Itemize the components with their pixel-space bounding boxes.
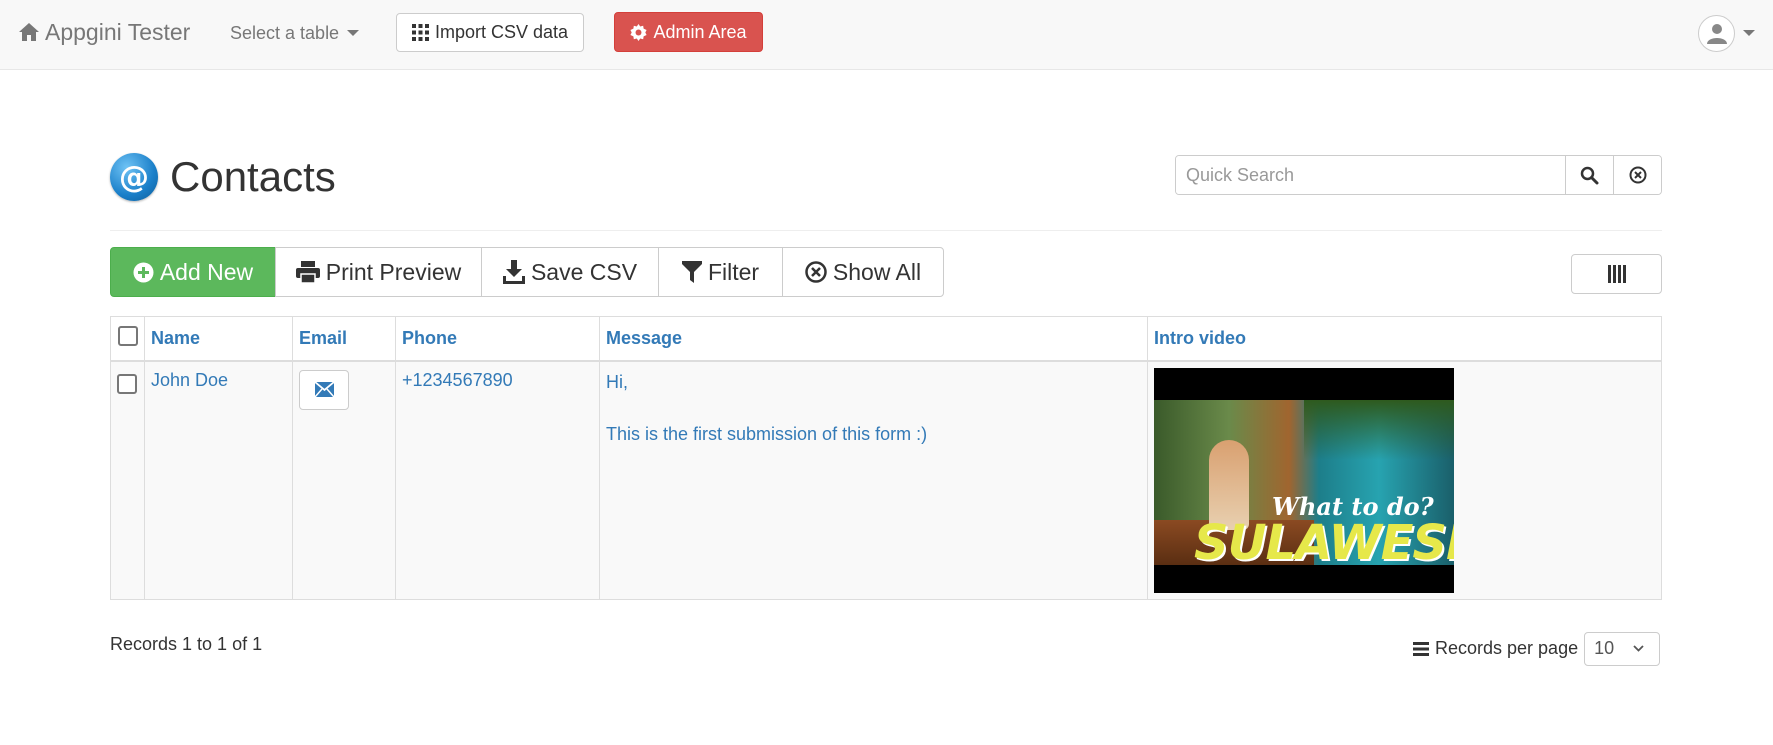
name-link[interactable]: John Doe [151,370,228,390]
table-row[interactable]: John Doe +1234567890 Hi, This is the fir… [110,360,1662,600]
column-header-name[interactable]: Name [144,316,293,361]
import-csv-button[interactable]: Import CSV data [396,13,584,52]
gear-icon [630,23,648,41]
columns-icon [1607,265,1626,283]
select-table-dropdown[interactable]: Select a table [230,21,360,45]
caret-down-icon [1743,30,1755,36]
filter-button[interactable]: Filter [658,247,783,297]
filter-icon [681,261,702,283]
row-select-cell [110,360,145,600]
intro-video-cell: What to do? SULAWESI [1147,360,1662,600]
filter-label: Filter [707,258,760,285]
divider [110,230,1662,231]
phone-cell: +1234567890 [395,360,600,600]
user-icon [1706,24,1727,44]
user-menu[interactable] [1698,14,1755,52]
save-csv-button[interactable]: Save CSV [481,247,659,297]
video-thumbnail[interactable]: What to do? SULAWESI [1154,367,1454,593]
name-cell: John Doe [144,360,293,600]
phone-link[interactable]: +1234567890 [402,370,513,390]
print-preview-label: Print Preview [325,258,462,285]
message-line[interactable]: Hi, [606,370,1141,395]
message-line[interactable]: This is the first submission of this for… [606,422,1141,447]
select-table-label: Select a table [230,22,340,43]
table-header-row: Name Email Phone Message Intro video [110,316,1662,361]
email-cell [292,360,396,600]
navbar: Appgini Tester Select a table Import CSV… [0,0,1773,70]
video-title-main: SULAWESI [1194,514,1454,571]
row-checkbox[interactable] [117,373,137,394]
records-per-page-label: Records per page [1435,638,1579,658]
column-header-message[interactable]: Message [599,316,1148,361]
print-preview-button[interactable]: Print Preview [275,247,482,297]
caret-down-icon [347,30,360,36]
search-icon [1580,166,1599,184]
download-icon [502,260,525,284]
import-csv-label: Import CSV data [434,22,569,42]
avatar [1698,14,1735,52]
email-button[interactable] [299,369,349,410]
plus-circle-icon [133,262,154,282]
save-csv-label: Save CSV [530,258,638,285]
clear-search-button[interactable] [1613,156,1661,194]
at-sign-icon: @ [110,153,158,201]
page-title: @ Contacts [110,152,336,202]
search-input[interactable] [1176,156,1565,194]
select-all-cell [110,316,145,361]
action-toolbar: Add New Print Preview Save CSV Filter Sh… [110,247,944,297]
add-new-label: Add New [159,258,254,285]
records-info: Records 1 to 1 of 1 [110,634,263,654]
print-icon [295,261,320,283]
close-circle-icon [805,261,827,283]
select-all-checkbox[interactable] [117,325,138,346]
column-header-phone[interactable]: Phone [395,316,600,361]
show-all-label: Show All [832,258,922,285]
contacts-table: Name Email Phone Message Intro video Joh… [110,316,1662,600]
close-circle-icon [1629,166,1646,184]
admin-area-label: Admin Area [653,21,747,42]
message-cell: Hi, This is the first submission of this… [599,360,1148,600]
column-header-intro-video[interactable]: Intro video [1147,316,1662,361]
envelope-icon [314,382,334,397]
column-header-email[interactable]: Email [292,316,396,361]
list-icon [1413,641,1429,656]
brand-label: Appgini Tester [45,18,191,45]
brand-link[interactable]: Appgini Tester [18,17,190,47]
search-button[interactable] [1565,156,1613,194]
quick-search [1175,155,1662,195]
records-per-page: Records per page 10 [1413,631,1661,666]
video-scene-image: What to do? SULAWESI [1154,399,1454,571]
column-chooser-button[interactable] [1571,254,1662,294]
records-per-page-value: 10 [1594,638,1615,658]
home-icon [19,23,39,41]
show-all-button[interactable]: Show All [782,247,944,297]
records-per-page-select[interactable]: 10 [1584,631,1661,666]
video-scene-leaves [1304,399,1454,460]
admin-area-button[interactable]: Admin Area [614,12,763,52]
page-title-text: Contacts [170,153,336,200]
grid-icon [411,24,429,41]
add-new-button[interactable]: Add New [110,247,276,297]
chevron-down-icon [1633,645,1644,652]
